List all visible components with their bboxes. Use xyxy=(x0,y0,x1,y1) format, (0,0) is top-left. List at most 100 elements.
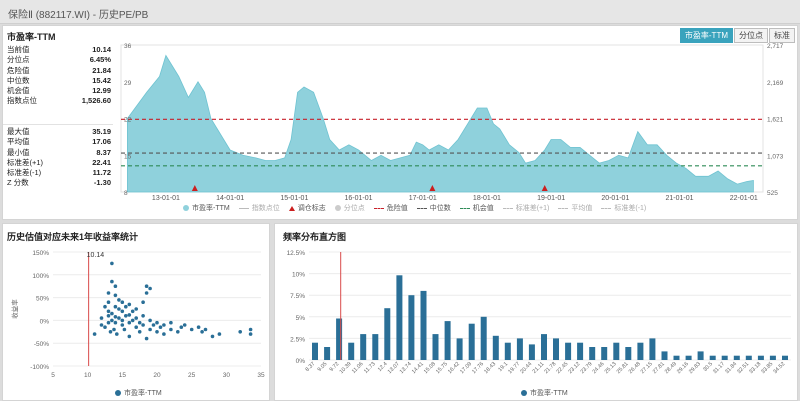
y-tick: 150% xyxy=(32,250,49,257)
scatter-point xyxy=(210,334,215,339)
scatter-point xyxy=(110,318,114,323)
x-tick: 24.46 xyxy=(592,361,606,375)
stat-row: 标准差(+1) 22.41 xyxy=(7,158,111,168)
scatter-point xyxy=(144,284,149,288)
x-tick: 20 xyxy=(153,372,161,379)
histogram-bar xyxy=(649,338,656,360)
x-tick: 22-01-01 xyxy=(730,195,758,202)
stat-value: 6.45% xyxy=(89,55,111,65)
y-left-tick: 8 xyxy=(124,190,128,197)
chart-legend: 市盈率-TTM 指数点位 调仓标志 分位点 危险值 中位数 机会值 标准差(+1) 平均值 标准差… xyxy=(183,203,655,213)
scatter-point xyxy=(113,304,118,309)
stat-label: 机会值 xyxy=(7,86,30,96)
x-tick: 35 xyxy=(257,372,265,379)
scatter-point xyxy=(112,327,116,332)
scatter-point xyxy=(248,332,253,336)
y-tick: 12.5% xyxy=(287,250,306,257)
stat-label: 标准差(+1) xyxy=(7,157,44,167)
legend-item[interactable]: 分位点 xyxy=(334,203,365,213)
histogram-bar xyxy=(757,355,764,360)
scatter-point xyxy=(148,318,152,323)
legend-label: 调仓标志 xyxy=(297,205,326,212)
x-tick: 33.18 xyxy=(748,361,762,375)
histogram-legend-label: 市盈率-TTM xyxy=(530,390,568,397)
scatter-point xyxy=(130,309,135,314)
scatter-point xyxy=(117,307,121,311)
stat-label: 当前值 xyxy=(7,45,30,54)
histogram-bar xyxy=(516,338,523,360)
scatter-point xyxy=(92,332,97,336)
histogram-panel: 频率分布直方图 12.5% 10% 7.5% 5% 2.5% 0% 8.37 9.05 9.72… xyxy=(274,223,798,401)
stat-value: 8.37 xyxy=(96,147,111,157)
y-tick: -50% xyxy=(34,341,49,348)
x-tick: 20.44 xyxy=(519,361,533,375)
stat-label: 危险值 xyxy=(7,65,30,75)
x-tick: 11.06 xyxy=(351,361,365,375)
x-tick: 17-01-01 xyxy=(409,195,437,202)
stat-label: 最大值 xyxy=(7,127,30,136)
stat-value: -1.30 xyxy=(93,178,111,188)
frequency-histogram-chart: 12.5%10%7.5%5%2.5%0% 8.37 9.05 9.7210.3911.… xyxy=(287,250,791,375)
stat-row: 最小值 8.37 xyxy=(7,148,111,158)
histogram-bar xyxy=(480,316,487,360)
histogram-bar xyxy=(721,355,728,360)
scatter-point xyxy=(117,316,121,320)
x-tick: 18-01-01 xyxy=(473,195,501,202)
legend-item[interactable]: 中位数 xyxy=(416,203,451,213)
histogram-bar xyxy=(420,290,427,360)
histogram-bar xyxy=(577,342,584,360)
scatter-point xyxy=(169,320,173,325)
stat-value: 22.41 xyxy=(92,157,111,167)
scatter-point xyxy=(130,318,135,323)
scatter-point xyxy=(137,330,142,334)
x-tick: 34.52 xyxy=(772,361,786,375)
scatter-point xyxy=(141,323,145,327)
legend-item[interactable]: 危险值 xyxy=(373,203,408,213)
legend-item[interactable]: 平均值 xyxy=(558,203,592,213)
x-tick: 15.75 xyxy=(435,361,449,375)
stat-label: 平均值 xyxy=(7,137,30,147)
scatter-point xyxy=(120,323,125,327)
pe-area-chart: 8 15 22 29 36 525 1,073 1,621 2,169 2,717 13-01-01… xyxy=(120,43,784,202)
scatter-point xyxy=(122,327,127,332)
y-tick: 2.5% xyxy=(290,336,305,343)
stats-group-current: 当前值 10.14 分位点 6.45% 危险值 21.84 中位数 15.42 机会值 12.99… xyxy=(7,45,111,107)
scatter-point xyxy=(189,327,194,332)
legend-item[interactable]: 调仓标志 xyxy=(288,203,326,213)
legend-item[interactable]: 指数点位 xyxy=(238,203,280,213)
legend-label: 标准差(+1) xyxy=(515,205,550,212)
histogram-bar xyxy=(492,335,499,360)
stat-value: 10.14 xyxy=(92,45,111,54)
stat-value: 21.84 xyxy=(92,65,111,75)
scatter-legend: 市盈率-TTM xyxy=(115,388,171,398)
legend-item[interactable]: 标准差(-1) xyxy=(601,203,646,213)
scatter-point xyxy=(106,314,111,318)
legend-label: 机会值 xyxy=(472,205,494,212)
histogram-bar xyxy=(685,355,692,360)
x-tick: 31.17 xyxy=(712,361,726,375)
y-right-tick: 1,621 xyxy=(767,117,784,124)
legend-item[interactable]: 标准差(+1) xyxy=(502,203,550,213)
scatter-point xyxy=(99,316,104,320)
legend-item[interactable]: 市盈率-TTM xyxy=(183,203,230,213)
scatter-point xyxy=(117,298,121,302)
stat-label: 标准差(-1) xyxy=(7,168,42,178)
stat-row: 平均值 17.06 xyxy=(7,137,111,147)
histogram-bar xyxy=(565,342,572,360)
scatter-point xyxy=(162,332,166,336)
y-axis-label: 收益率 xyxy=(10,299,19,319)
legend-label: 平均值 xyxy=(571,205,593,212)
y-tick: 10% xyxy=(292,272,305,279)
histogram-bar xyxy=(625,347,632,360)
legend-item[interactable]: 机会值 xyxy=(459,203,494,213)
x-tick: 31.84 xyxy=(724,361,738,375)
x-tick: 29.16 xyxy=(676,361,690,375)
histogram-bar xyxy=(733,355,740,360)
histogram-bar xyxy=(709,355,716,360)
y-tick: 5% xyxy=(296,315,306,322)
scatter-point xyxy=(137,320,142,325)
histogram-bar xyxy=(769,355,776,360)
scatter-point xyxy=(113,315,118,319)
scatter-point xyxy=(113,320,118,325)
scatter-point xyxy=(182,323,187,327)
